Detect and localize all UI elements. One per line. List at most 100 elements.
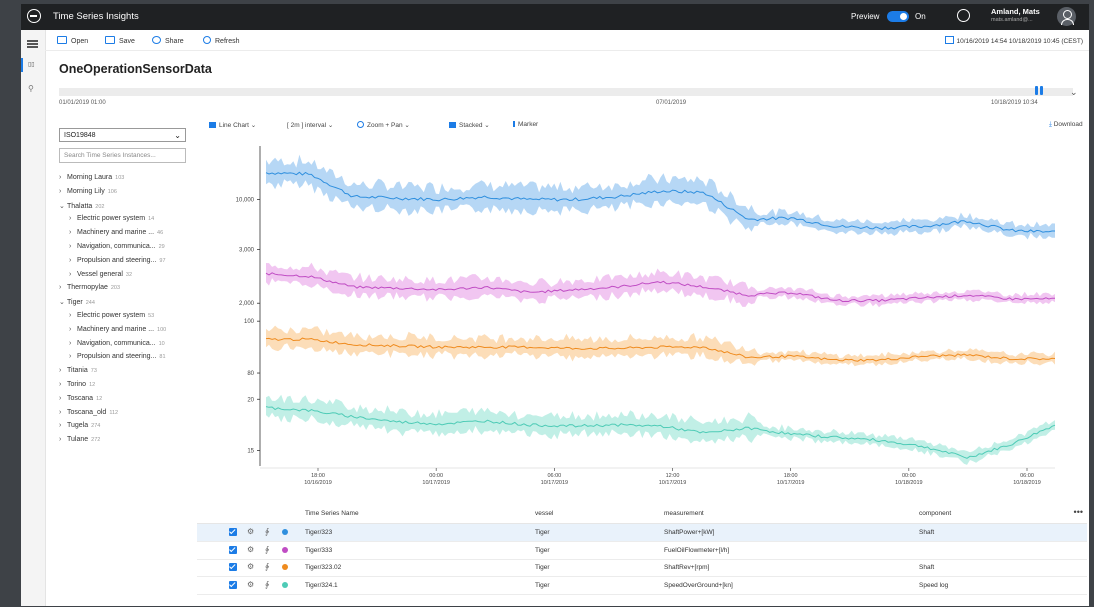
tree-item-label: Tulane — [67, 436, 89, 444]
availability-timeline[interactable] — [59, 88, 1073, 96]
tree-item[interactable]: ⌄ Thalatta 202 — [59, 202, 104, 214]
y-tick-label: 2,000 — [239, 301, 255, 307]
tree-item-label: Morning Laura — [67, 174, 113, 181]
tree-item[interactable]: › Toscana 12 — [59, 395, 102, 407]
model-nav-icon[interactable]: ⚲ — [28, 84, 34, 93]
chevron-right-icon: › — [69, 325, 72, 333]
split-by-icon[interactable]: ∲ — [265, 580, 269, 589]
more-options-icon[interactable]: ••• — [1074, 507, 1083, 517]
instance-search-input[interactable]: Search Time Series Instances... — [59, 148, 186, 163]
grid-row[interactable]: ⚙ ∲ Tiger/324.1 Tiger SpeedOverGround+[kn] Sp… — [197, 577, 1087, 595]
share-button[interactable]: Share — [152, 36, 184, 45]
refresh-button[interactable]: Refresh — [203, 36, 240, 45]
tree-item[interactable]: › Tulane 272 — [59, 436, 100, 448]
tree-item[interactable]: ⌄ Tiger 244 — [59, 298, 95, 310]
line-chart-icon — [209, 122, 216, 128]
top-bar: Time Series Insights Preview On Amland, … — [21, 4, 1089, 30]
timeline-brush-handle[interactable] — [1035, 86, 1044, 95]
split-by-icon[interactable]: ∲ — [265, 527, 269, 536]
cell-measurement: SpeedOverGround+[kn] — [664, 581, 733, 589]
chevron-right-icon: › — [69, 243, 72, 250]
save-button[interactable]: Save — [105, 36, 135, 45]
interval-dropdown[interactable]: [ 2m ] interval ⌄ — [287, 121, 333, 129]
marker-button[interactable]: Marker — [513, 121, 538, 128]
series-visibility-checkbox[interactable] — [229, 545, 237, 554]
cell-measurement: ShaftPower+[kW] — [664, 529, 715, 536]
tree-item[interactable]: › Electric power system 53 — [69, 312, 154, 324]
download-button[interactable]: ⤓ Download — [1049, 121, 1083, 129]
y-tick-label: 3,000 — [239, 247, 255, 253]
series-color-dot — [282, 581, 288, 588]
tree-item[interactable]: › Navigation, communica... 10 — [69, 340, 165, 352]
line-chart-button[interactable]: Line Chart ⌄ — [209, 121, 256, 129]
col-header-measurement[interactable]: measurement — [664, 510, 704, 517]
date-range-picker[interactable]: 10/16/2019 14:54 10/18/2019 10:45 (CEST) — [944, 36, 1083, 45]
col-header-vessel[interactable]: vessel — [535, 510, 553, 517]
hierarchy-select[interactable]: ISO19848 ⌄ — [59, 128, 186, 142]
tree-item-count: 100 — [157, 326, 167, 333]
series-settings-gear-icon[interactable]: ⚙ — [247, 580, 254, 589]
chevron-down-icon[interactable]: ⌄ — [1070, 87, 1078, 98]
tree-item[interactable]: › Titania 73 — [59, 367, 97, 379]
tree-item-label: Navigation, communica... — [77, 339, 156, 347]
tree-item-label: Propulsion and steering... — [77, 353, 157, 361]
active-nav-indicator — [21, 58, 23, 72]
save-icon — [105, 36, 115, 44]
chevron-right-icon: › — [69, 312, 72, 319]
series-visibility-checkbox[interactable] — [229, 528, 237, 536]
timeline-start-label: 01/01/2019 01:00 — [59, 100, 106, 106]
chevron-right-icon: › — [69, 256, 72, 264]
split-by-icon[interactable]: ∲ — [265, 545, 269, 554]
tree-item[interactable]: › Toscana_old 112 — [59, 409, 118, 421]
series-settings-gear-icon[interactable]: ⚙ — [247, 527, 254, 536]
series-minmax-band — [266, 394, 1055, 465]
tsi-logo-icon — [27, 9, 41, 23]
tree-item-count: 103 — [115, 175, 125, 181]
tree-item-count: 81 — [159, 354, 166, 361]
tree-item[interactable]: › Machinery and marine ... 100 — [69, 326, 166, 338]
preview-toggle[interactable] — [887, 11, 909, 22]
open-button[interactable]: Open — [57, 36, 88, 45]
stacked-line-chart[interactable]: 10,0003,0002,00010080201518:0010/16/2019… — [201, 144, 1071, 496]
series-visibility-checkbox[interactable] — [229, 580, 237, 589]
grid-row[interactable]: ⚙ ∲ Tiger/323 Tiger ShaftPower+[kW] Shaft — [197, 524, 1087, 542]
marker-label: Marker — [518, 121, 539, 128]
x-tick-date-label: 10/16/2019 — [304, 480, 332, 486]
tree-item[interactable]: › Tugela 274 — [59, 422, 100, 434]
feedback-smile-icon[interactable] — [957, 9, 970, 22]
series-visibility-checkbox[interactable] — [229, 563, 237, 571]
tree-item[interactable]: › Machinery and marine ... 46 — [69, 229, 163, 241]
tree-item[interactable]: › Morning Laura 103 — [59, 174, 124, 186]
tree-item[interactable]: › Propulsion and steering... 97 — [69, 257, 166, 269]
tree-item[interactable]: › Morning Lily 106 — [59, 188, 117, 200]
line-chart-label: Line Chart — [219, 122, 249, 129]
grid-row[interactable]: ⚙ ∲ Tiger/323.02 Tiger ShaftRev+[rpm] Shaft — [197, 559, 1087, 577]
col-header-name[interactable]: Time Series Name — [305, 510, 359, 517]
stacked-button[interactable]: Stacked ⌄ — [449, 121, 490, 129]
hamburger-menu-icon[interactable] — [27, 40, 38, 42]
x-tick-date-label: 10/18/2019 — [895, 480, 923, 486]
user-avatar[interactable] — [1057, 7, 1076, 26]
tree-item-count: 106 — [107, 188, 117, 195]
tree-item-label: Vessel general — [77, 270, 123, 278]
series-settings-gear-icon[interactable]: ⚙ — [247, 545, 254, 554]
tree-item-label: Thalatta — [67, 202, 93, 210]
tree-item[interactable]: › Vessel general 32 — [69, 271, 132, 283]
tree-item[interactable]: › Electric power system 14 — [69, 215, 154, 227]
left-nav-rail: ▯▯ ⚲ — [21, 30, 46, 606]
refresh-label: Refresh — [215, 38, 240, 45]
explorer-nav-icon[interactable]: ▯▯ — [28, 61, 35, 68]
col-header-component[interactable]: component — [919, 510, 951, 517]
cell-vessel: Tiger — [535, 529, 550, 536]
tree-item[interactable]: › Navigation, communica... 29 — [69, 243, 165, 255]
zoom-pan-button[interactable]: Zoom + Pan ⌄ — [357, 121, 410, 129]
series-settings-gear-icon[interactable]: ⚙ — [247, 562, 254, 571]
tree-item[interactable]: › Torino 12 — [59, 381, 95, 393]
chevron-right-icon: › — [59, 284, 62, 292]
grid-row[interactable]: ⚙ ∲ Tiger/333 Tiger FuelOilFlowmeter+[l/h] — [197, 542, 1087, 560]
x-tick-time-label: 06:00 — [1020, 473, 1034, 479]
split-by-icon[interactable]: ∲ — [265, 562, 269, 571]
tree-item[interactable]: › Thermopylae 203 — [59, 284, 120, 296]
tree-item[interactable]: › Propulsion and steering... 81 — [69, 353, 166, 365]
stacked-label: Stacked — [459, 122, 483, 129]
